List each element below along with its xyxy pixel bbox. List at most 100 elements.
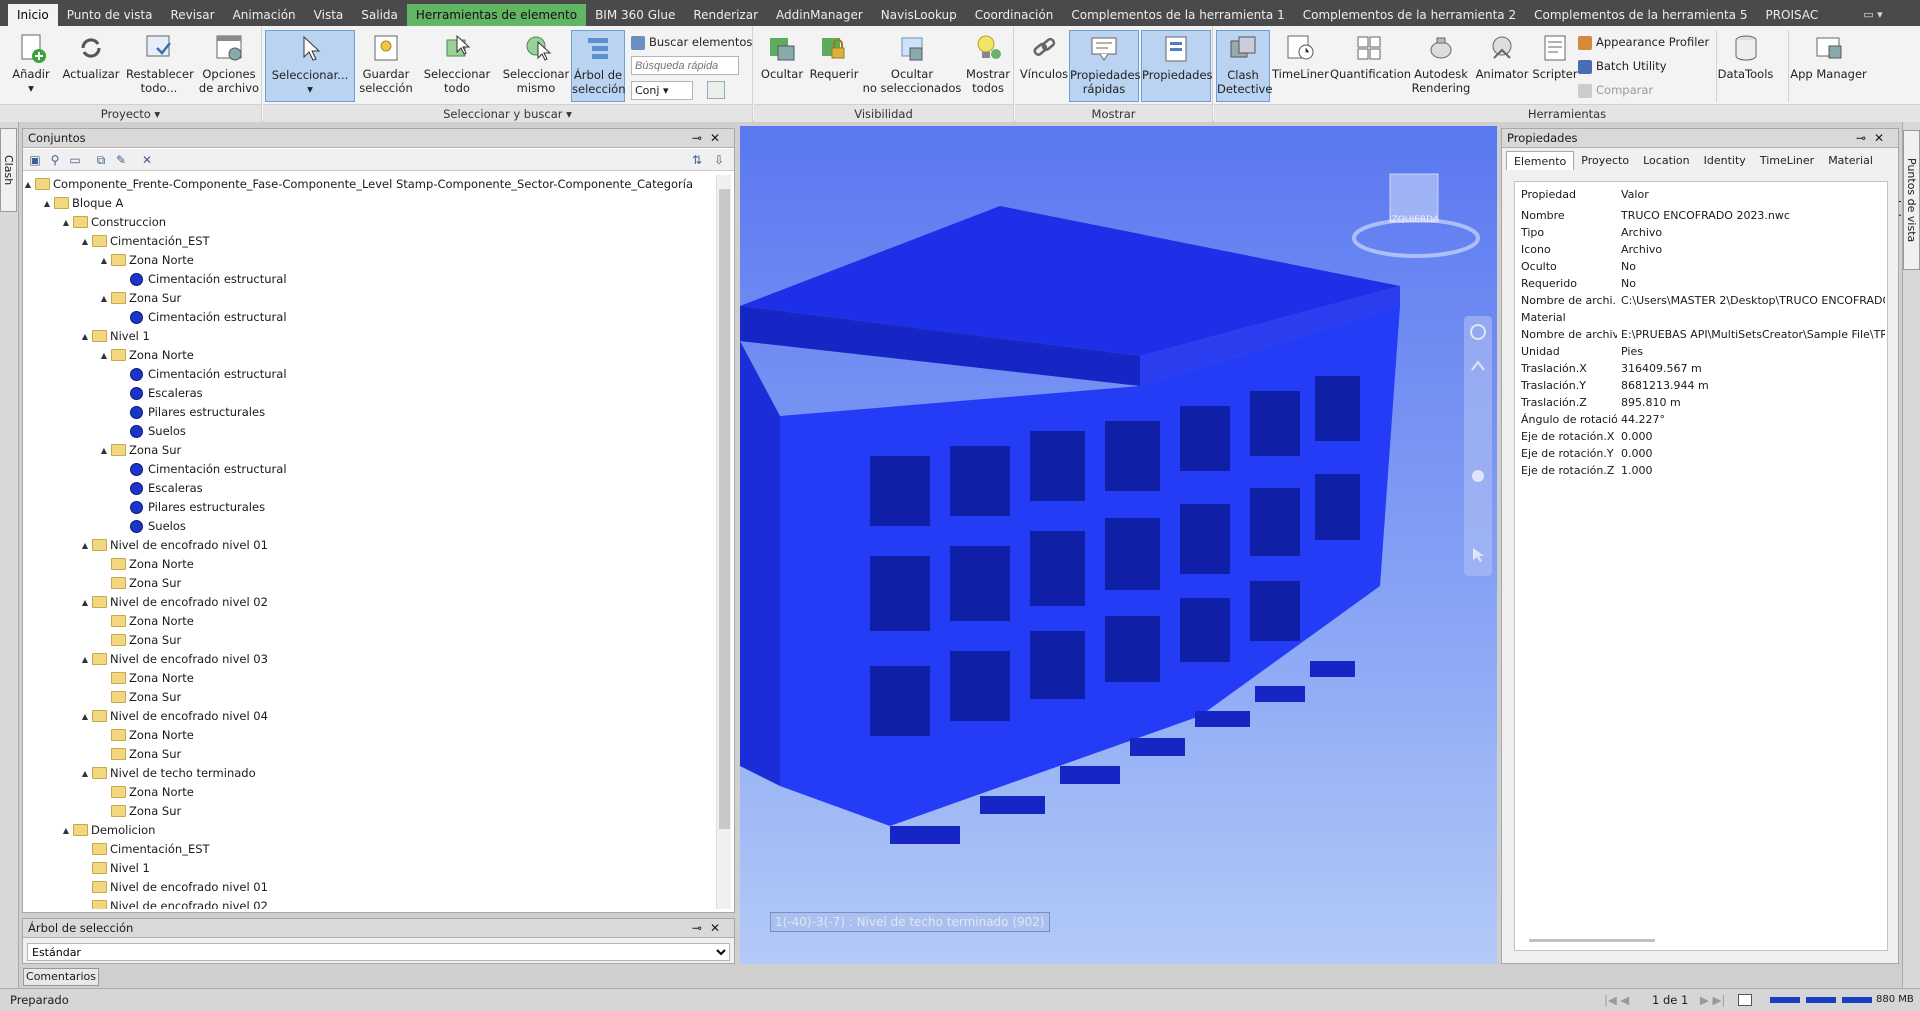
property-row[interactable]: Icono Archivo	[1515, 241, 1887, 258]
import-export-icon[interactable]: ⇩	[711, 152, 727, 168]
properties-tab-4[interactable]: TimeLiner	[1753, 151, 1821, 170]
close-icon[interactable]: ✕	[1874, 131, 1892, 145]
select-all-button[interactable]: Seleccionar todo	[417, 30, 497, 102]
save-selection-button[interactable]: Guardar selección	[357, 30, 415, 102]
expand-toggle-icon[interactable]: ▲	[61, 213, 71, 232]
properties-tab-2[interactable]: Location	[1636, 151, 1697, 170]
selection-tree-mode-select[interactable]: Estándar	[27, 943, 730, 961]
quick-find-input[interactable]	[631, 56, 739, 75]
tab-9[interactable]: AddinManager	[767, 4, 872, 26]
selection-tree-button[interactable]: Árbol de selección	[571, 30, 626, 102]
app-manager-button[interactable]: App Manager	[1788, 30, 1868, 102]
close-icon[interactable]: ✕	[710, 131, 728, 145]
unhide-all-button[interactable]: Mostrar todos	[964, 30, 1012, 102]
delete-icon[interactable]: ✕	[139, 152, 155, 168]
tab-7[interactable]: BIM 360 Glue	[586, 4, 684, 26]
datatools-button[interactable]: DataTools	[1716, 30, 1774, 102]
tree-row[interactable]: ▲ Zona Norte	[25, 346, 715, 365]
hide-button[interactable]: Ocultar	[758, 30, 806, 102]
tab-5[interactable]: Salida	[352, 4, 407, 26]
properties-tab-1[interactable]: Proyecto	[1574, 151, 1636, 170]
tab-12[interactable]: Complementos de la herramienta 1	[1062, 4, 1293, 26]
orbit-icon[interactable]	[1472, 470, 1484, 482]
tab-14[interactable]: Complementos de la herramienta 5	[1525, 4, 1756, 26]
close-icon[interactable]: ✕	[710, 921, 728, 935]
expand-toggle-icon[interactable]: ▲	[80, 593, 90, 612]
expand-toggle-icon[interactable]: ▲	[25, 175, 33, 194]
property-row[interactable]: Oculto No	[1515, 258, 1887, 275]
sets-scrollbar[interactable]	[716, 175, 731, 909]
tree-row[interactable]: Escaleras	[25, 479, 715, 498]
save-search-icon[interactable]: ⚲	[47, 152, 63, 168]
expand-toggle-icon[interactable]: ▲	[80, 327, 90, 346]
select-same-button[interactable]: Seleccionar mismo	[499, 30, 573, 102]
file-options-button[interactable]: Opciones de archivo	[198, 30, 260, 102]
tab-1[interactable]: Punto de vista	[58, 4, 162, 26]
tree-row[interactable]: Zona Sur	[25, 631, 715, 650]
tab-11[interactable]: Coordinación	[966, 4, 1063, 26]
tree-row[interactable]: Suelos	[25, 422, 715, 441]
property-row[interactable]: Nombre TRUCO ENCOFRADO 2023.nwc	[1515, 207, 1887, 224]
quantification-button[interactable]: Quantification	[1330, 30, 1411, 102]
panel-controls[interactable]: ⊸✕	[692, 129, 728, 148]
expand-toggle-icon[interactable]: ▲	[80, 707, 90, 726]
property-row[interactable]: Traslación.Y 8681213.944 m	[1515, 377, 1887, 394]
tree-row[interactable]: ▲ Zona Norte	[25, 251, 715, 270]
expand-toggle-icon[interactable]: ▲	[61, 821, 71, 840]
tree-row[interactable]: ▲ Nivel de techo terminado	[25, 764, 715, 783]
tree-row[interactable]: Zona Norte	[25, 726, 715, 745]
tree-row[interactable]: Zona Sur	[25, 688, 715, 707]
pin-icon[interactable]: ⊸	[692, 131, 710, 145]
property-row[interactable]: Traslación.Z 895.810 m	[1515, 394, 1887, 411]
new-folder-icon[interactable]: ▭	[67, 152, 83, 168]
expand-toggle-icon[interactable]: ▲	[99, 346, 109, 365]
sets-manage-icon[interactable]	[707, 81, 725, 99]
tree-row[interactable]: Zona Sur	[25, 745, 715, 764]
property-row[interactable]: Unidad Pies	[1515, 343, 1887, 360]
tab-6[interactable]: Herramientas de elemento	[406, 4, 587, 26]
comments-tab[interactable]: Comentarios	[23, 968, 99, 986]
reset-all-button[interactable]: Restablecer todo...	[126, 30, 194, 102]
property-row[interactable]: Tipo Archivo	[1515, 224, 1887, 241]
quick-properties-button[interactable]: Propiedades rápidas	[1069, 30, 1141, 102]
expand-toggle-icon[interactable]: ▲	[80, 650, 90, 669]
tree-row[interactable]: Pilares estructurales	[25, 403, 715, 422]
tree-row[interactable]: Zona Sur	[25, 802, 715, 821]
animator-button[interactable]: Animator	[1474, 30, 1530, 102]
saved-viewpoints-side-tab[interactable]: Puntos de vista guardados	[1890, 130, 1920, 270]
sets-combo[interactable]: Conj ▾	[631, 81, 693, 100]
expand-toggle-icon[interactable]: ▲	[99, 441, 109, 460]
property-row[interactable]: Nombre de archivo E:\PRUEBAS API\MultiSet…	[1515, 326, 1887, 343]
tree-row[interactable]: Pilares estructurales	[25, 498, 715, 517]
panel-controls[interactable]: ⊸✕	[1856, 129, 1892, 148]
property-row[interactable]: Traslación.X 316409.567 m	[1515, 360, 1887, 377]
panel-title-seleccionar[interactable]: Seleccionar y buscar ▾	[263, 104, 752, 122]
timeliner-button[interactable]: TimeLiner	[1272, 30, 1329, 102]
properties-hscroll[interactable]	[1529, 939, 1655, 942]
property-row[interactable]: Requerido No	[1515, 275, 1887, 292]
sort-icon[interactable]: ⇅	[689, 152, 705, 168]
tree-row[interactable]: Zona Norte	[25, 669, 715, 688]
property-row[interactable]: Eje de rotación.X 0.000	[1515, 428, 1887, 445]
property-row[interactable]: Ángulo de rotación 44.227°	[1515, 411, 1887, 428]
require-button[interactable]: Requerir	[808, 30, 860, 102]
tree-row[interactable]: ▲ Cimentación_EST	[25, 232, 715, 251]
tree-row[interactable]: ▲ Nivel de encofrado nivel 01	[25, 536, 715, 555]
expand-toggle-icon[interactable]: ▲	[99, 289, 109, 308]
tree-row[interactable]: Zona Sur	[25, 574, 715, 593]
sheet-browser-icon[interactable]	[1738, 994, 1752, 1006]
tree-row[interactable]: ▲ Zona Sur	[25, 289, 715, 308]
autodesk-rendering-button[interactable]: Autodesk Rendering	[1410, 30, 1472, 102]
tree-row[interactable]: ▲ Nivel de encofrado nivel 04	[25, 707, 715, 726]
tree-row[interactable]: ▲ Nivel de encofrado nivel 03	[25, 650, 715, 669]
tree-row[interactable]: ▲ Construccion	[25, 213, 715, 232]
tab-8[interactable]: Renderizar	[684, 4, 767, 26]
expand-toggle-icon[interactable]: ▲	[80, 764, 90, 783]
expand-toggle-icon[interactable]: ▲	[80, 536, 90, 555]
tree-row[interactable]: Cimentación_EST	[25, 840, 715, 859]
properties-tab-5[interactable]: Material	[1821, 151, 1880, 170]
panel-controls[interactable]: ⊸✕	[692, 919, 728, 938]
select-button[interactable]: Seleccionar... ▾	[265, 30, 355, 102]
tree-row[interactable]: Cimentación estructural	[25, 308, 715, 327]
tree-row[interactable]: Cimentación estructural	[25, 270, 715, 289]
